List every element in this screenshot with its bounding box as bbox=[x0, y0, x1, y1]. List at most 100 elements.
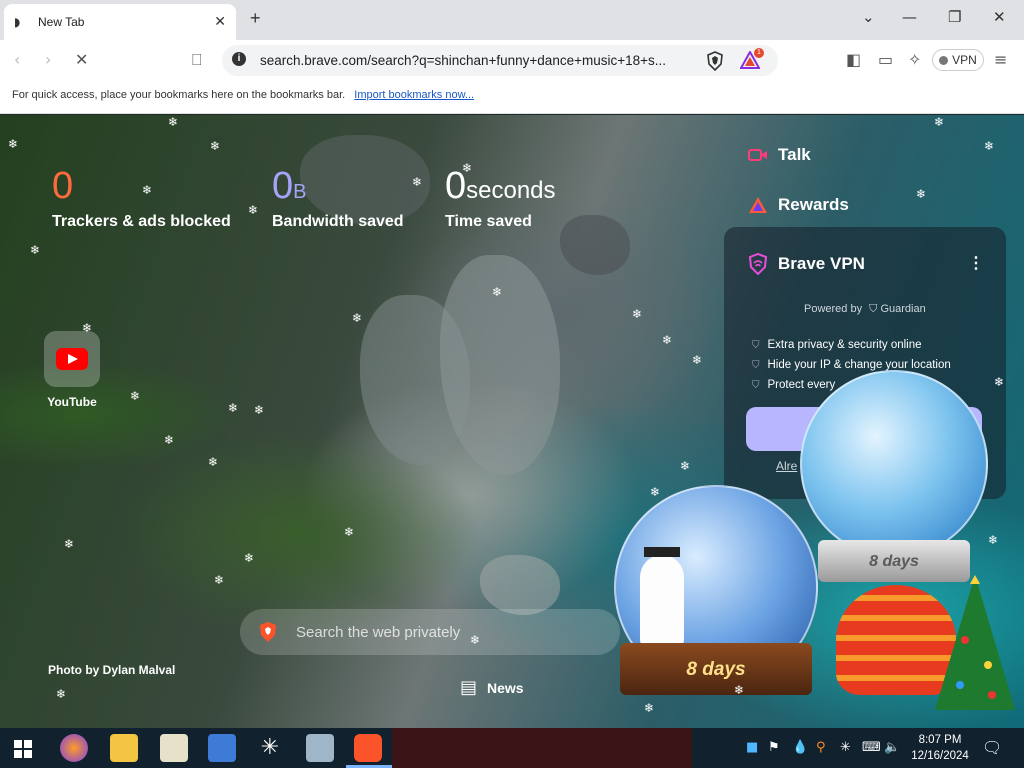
tray-drop-icon[interactable]: 💧 bbox=[792, 740, 808, 755]
youtube-icon bbox=[56, 348, 88, 370]
top-site-youtube-label[interactable]: YouTube bbox=[40, 395, 104, 409]
check-shield-icon: ⛉ bbox=[752, 359, 760, 371]
snowflake-icon: ❄ bbox=[984, 139, 995, 153]
rewards-label: Rewards bbox=[778, 195, 849, 214]
bookmarks-message: For quick access, place your bookmarks h… bbox=[12, 89, 346, 101]
search-placeholder: Search the web privately bbox=[296, 623, 461, 641]
news-button[interactable]: ▤ News bbox=[460, 677, 524, 698]
tab-strip: ◗ New Tab ✕ + ⌄ — ❐ ✕ bbox=[0, 0, 1024, 40]
snowflake-icon: ❄ bbox=[662, 333, 673, 347]
snowflake-icon: ❄ bbox=[142, 183, 153, 197]
brave-taskbar-icon[interactable] bbox=[354, 734, 382, 762]
clock-date: 12/16/2024 bbox=[911, 750, 969, 762]
search-box[interactable]: Search the web privately bbox=[240, 609, 620, 655]
tab-new-tab[interactable]: ◗ New Tab ✕ bbox=[4, 4, 236, 40]
snowflake-icon: ❄ bbox=[82, 321, 93, 335]
snowflake-icon: ❄ bbox=[130, 389, 141, 403]
bandwidth-saved-unit: B bbox=[293, 181, 307, 203]
address-bar[interactable]: i search.brave.com/search?q=shinchan+fun… bbox=[222, 45, 778, 76]
menu-icon[interactable]: ≡ bbox=[994, 50, 1007, 69]
snowflake-icon: ❄ bbox=[632, 307, 643, 321]
snowflake-icon: ❄ bbox=[644, 701, 655, 715]
snowflake-icon: ❄ bbox=[462, 161, 473, 175]
app-icon-window[interactable] bbox=[306, 734, 334, 762]
site-info-icon[interactable]: i bbox=[232, 52, 246, 66]
rewards-triangle-icon bbox=[749, 197, 767, 213]
stop-button[interactable]: ✕ bbox=[75, 50, 88, 69]
vpn-shield-icon bbox=[748, 253, 768, 275]
app-icon-star[interactable]: ✳ bbox=[256, 734, 284, 762]
maximize-button[interactable]: ❐ bbox=[948, 8, 961, 26]
trackers-blocked-stat: 0 Trackers & ads blocked bbox=[52, 167, 231, 231]
bookmarks-bar: For quick access, place your bookmarks h… bbox=[0, 82, 1024, 114]
snowflake-icon: ❄ bbox=[244, 551, 255, 565]
vpn-more-options-icon[interactable]: ⋮ bbox=[968, 253, 984, 273]
talk-label: Talk bbox=[778, 145, 811, 164]
new-tab-page: 0 Trackers & ads blocked 0B Bandwidth sa… bbox=[0, 115, 1024, 728]
close-tab-icon[interactable]: ✕ bbox=[214, 14, 226, 30]
rewards-widget[interactable]: Rewards bbox=[748, 195, 849, 215]
clock-time: 8:07 PM bbox=[918, 734, 962, 746]
snow-globe-days-label: 8 days bbox=[869, 553, 919, 570]
vpn-feature: ⛉ Protect every bbox=[752, 379, 835, 391]
tab-title: New Tab bbox=[38, 15, 85, 29]
snowflake-icon: ❄ bbox=[254, 403, 265, 417]
bookmark-icon[interactable]: ⎕ bbox=[192, 50, 202, 70]
taskbar-clock[interactable]: 8:07 PM 12/16/2024 bbox=[908, 732, 972, 764]
wallet-icon[interactable]: ▭ bbox=[878, 50, 893, 69]
snowflake-icon: ❄ bbox=[492, 285, 503, 299]
app-icon-comic[interactable] bbox=[160, 734, 188, 762]
trackers-blocked-label: Trackers & ads blocked bbox=[52, 213, 231, 230]
back-button[interactable]: ‹ bbox=[14, 50, 20, 69]
snowman-figure bbox=[640, 555, 684, 655]
tray-search-icon[interactable]: ⚲ bbox=[816, 740, 826, 755]
loading-icon: ◗ bbox=[14, 15, 21, 29]
network-icon[interactable]: ⌨ bbox=[862, 740, 881, 755]
snow-globe-days-label: 8 days bbox=[686, 659, 746, 680]
snowflake-icon: ❄ bbox=[470, 633, 481, 647]
snowflake-icon: ❄ bbox=[994, 375, 1005, 389]
tab-search-icon[interactable]: ⌄ bbox=[862, 8, 875, 26]
app-icon-globe[interactable] bbox=[208, 734, 236, 762]
tray-app-icon[interactable]: ⚑ bbox=[768, 740, 780, 755]
brave-shields-icon[interactable] bbox=[706, 51, 724, 71]
snowflake-icon: ❄ bbox=[228, 401, 239, 415]
notifications-icon[interactable]: 🗨 bbox=[982, 738, 1002, 757]
snowflake-icon: ❄ bbox=[412, 175, 423, 189]
bandwidth-saved-value: 0 bbox=[272, 165, 294, 207]
vpn-already-purchased-link[interactable]: Alre bbox=[776, 459, 797, 473]
snowflake-icon: ❄ bbox=[692, 353, 703, 367]
windows-start-icon[interactable] bbox=[14, 740, 32, 758]
vpn-feature: ⛉ Hide your IP & change your location bbox=[752, 359, 951, 371]
photo-credit[interactable]: Photo by Dylan Malval bbox=[48, 663, 175, 677]
forward-button[interactable]: › bbox=[45, 50, 51, 69]
background-rock bbox=[560, 215, 630, 275]
news-label: News bbox=[487, 679, 524, 696]
taskbar-spacer bbox=[392, 728, 692, 768]
snowflake-icon: ❄ bbox=[680, 459, 691, 473]
snowflake-icon: ❄ bbox=[934, 115, 945, 129]
guardian-label: Guardian bbox=[880, 303, 926, 315]
check-shield-icon: ⛉ bbox=[752, 379, 760, 391]
minimize-button[interactable]: — bbox=[902, 8, 917, 26]
vpn-button[interactable]: VPN bbox=[932, 49, 984, 71]
close-window-button[interactable]: ✕ bbox=[993, 8, 1006, 26]
file-explorer-icon[interactable] bbox=[110, 734, 138, 762]
volume-icon[interactable]: 🔈 bbox=[884, 740, 900, 755]
talk-widget[interactable]: Talk bbox=[748, 145, 811, 165]
import-bookmarks-link[interactable]: Import bookmarks now... bbox=[354, 89, 474, 101]
tray-star-icon[interactable]: ✳ bbox=[840, 740, 851, 755]
vpn-feature-text: Protect every bbox=[767, 379, 836, 391]
firefox-icon[interactable] bbox=[60, 734, 88, 762]
snowman-hat bbox=[644, 547, 680, 557]
url-text[interactable]: search.brave.com/search?q=shinchan+funny… bbox=[260, 53, 666, 68]
vpn-label: VPN bbox=[952, 53, 977, 67]
tray-app-icon[interactable]: ■ bbox=[746, 740, 758, 755]
christmas-tree-icon bbox=[935, 575, 1015, 710]
snowflake-icon: ❄ bbox=[210, 139, 221, 153]
sidebar-icon[interactable]: ◧ bbox=[846, 50, 861, 69]
new-tab-button[interactable]: + bbox=[250, 8, 261, 29]
snowflake-icon: ❄ bbox=[168, 115, 179, 129]
top-site-youtube[interactable] bbox=[44, 331, 100, 387]
leo-ai-icon[interactable]: ✧ bbox=[908, 50, 921, 69]
